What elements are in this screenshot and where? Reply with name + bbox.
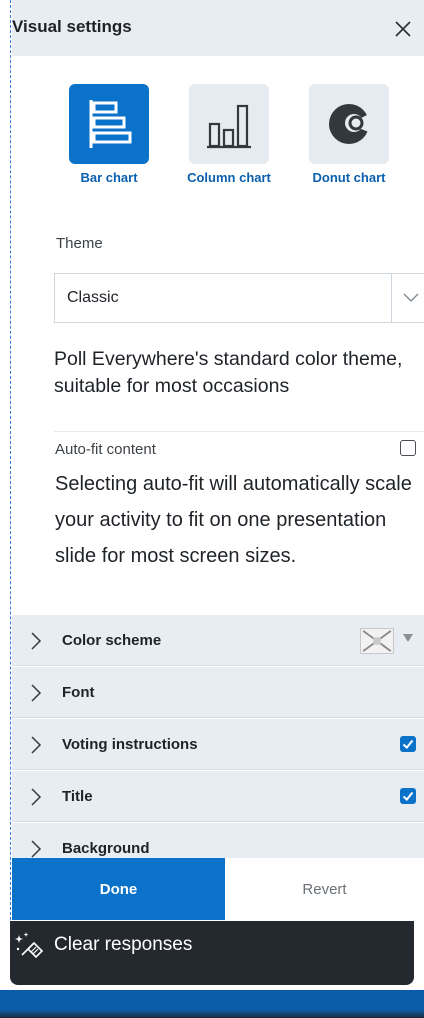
section-label: Voting instructions — [62, 736, 198, 753]
panel-title: Visual settings — [12, 17, 132, 36]
column-chart-icon — [207, 104, 251, 149]
background-strip — [0, 990, 424, 1018]
revert-button[interactable]: Revert — [225, 858, 424, 920]
chevron-right-icon — [31, 788, 42, 806]
check-icon — [402, 739, 414, 749]
column-chart-button[interactable] — [189, 84, 269, 164]
chevron-right-icon — [31, 684, 42, 702]
selection-outline-bottom — [10, 920, 414, 921]
section-color-scheme[interactable]: Color scheme — [12, 615, 424, 666]
close-icon[interactable] — [392, 18, 414, 40]
visual-settings-panel: Visual settings Bar chart Column chart D… — [12, 0, 424, 920]
column-chart-label[interactable]: Column chart — [174, 170, 284, 185]
donut-chart-icon — [329, 104, 371, 144]
section-title[interactable]: Title — [12, 771, 424, 822]
section-label: Title — [62, 788, 93, 805]
section-label: Background — [62, 840, 150, 857]
section-label: Font — [62, 684, 95, 701]
section-font[interactable]: Font — [12, 667, 424, 718]
title-checkbox[interactable] — [400, 788, 416, 804]
bar-chart-icon — [89, 100, 132, 148]
theme-label: Theme — [56, 235, 103, 252]
donut-chart-button[interactable] — [309, 84, 389, 164]
voting-instructions-checkbox[interactable] — [400, 736, 416, 752]
divider — [54, 431, 424, 432]
selection-outline — [10, 0, 11, 920]
done-button[interactable]: Done — [12, 858, 225, 920]
bar-chart-button[interactable] — [69, 84, 149, 164]
bar-chart-label[interactable]: Bar chart — [54, 170, 164, 185]
clear-responses-label: Clear responses — [54, 934, 193, 955]
color-swatch-icon[interactable] — [360, 628, 394, 654]
section-voting-instructions[interactable]: Voting instructions — [12, 719, 424, 770]
autofit-checkbox[interactable] — [400, 440, 416, 456]
clear-responses-button[interactable]: Clear responses — [10, 921, 414, 985]
panel-header: Visual settings — [12, 0, 424, 56]
autofit-label: Auto-fit content — [55, 441, 156, 458]
chevron-right-icon — [31, 632, 42, 650]
caret-down-icon[interactable] — [403, 634, 413, 642]
section-label: Color scheme — [62, 632, 162, 649]
broom-sparkle-icon — [15, 932, 44, 959]
panel-footer: Done Revert — [12, 858, 424, 920]
theme-select[interactable]: Classic — [54, 273, 424, 323]
donut-chart-label[interactable]: Donut chart — [294, 170, 404, 185]
chevron-down-icon[interactable] — [391, 274, 424, 322]
chevron-right-icon — [31, 736, 42, 754]
theme-select-value: Classic — [67, 289, 119, 306]
theme-description: Poll Everywhere's standard color theme, … — [54, 348, 403, 397]
autofit-description: Selecting auto-fit will automatically sc… — [55, 473, 412, 567]
chevron-right-icon — [31, 840, 42, 858]
check-icon — [402, 791, 414, 801]
